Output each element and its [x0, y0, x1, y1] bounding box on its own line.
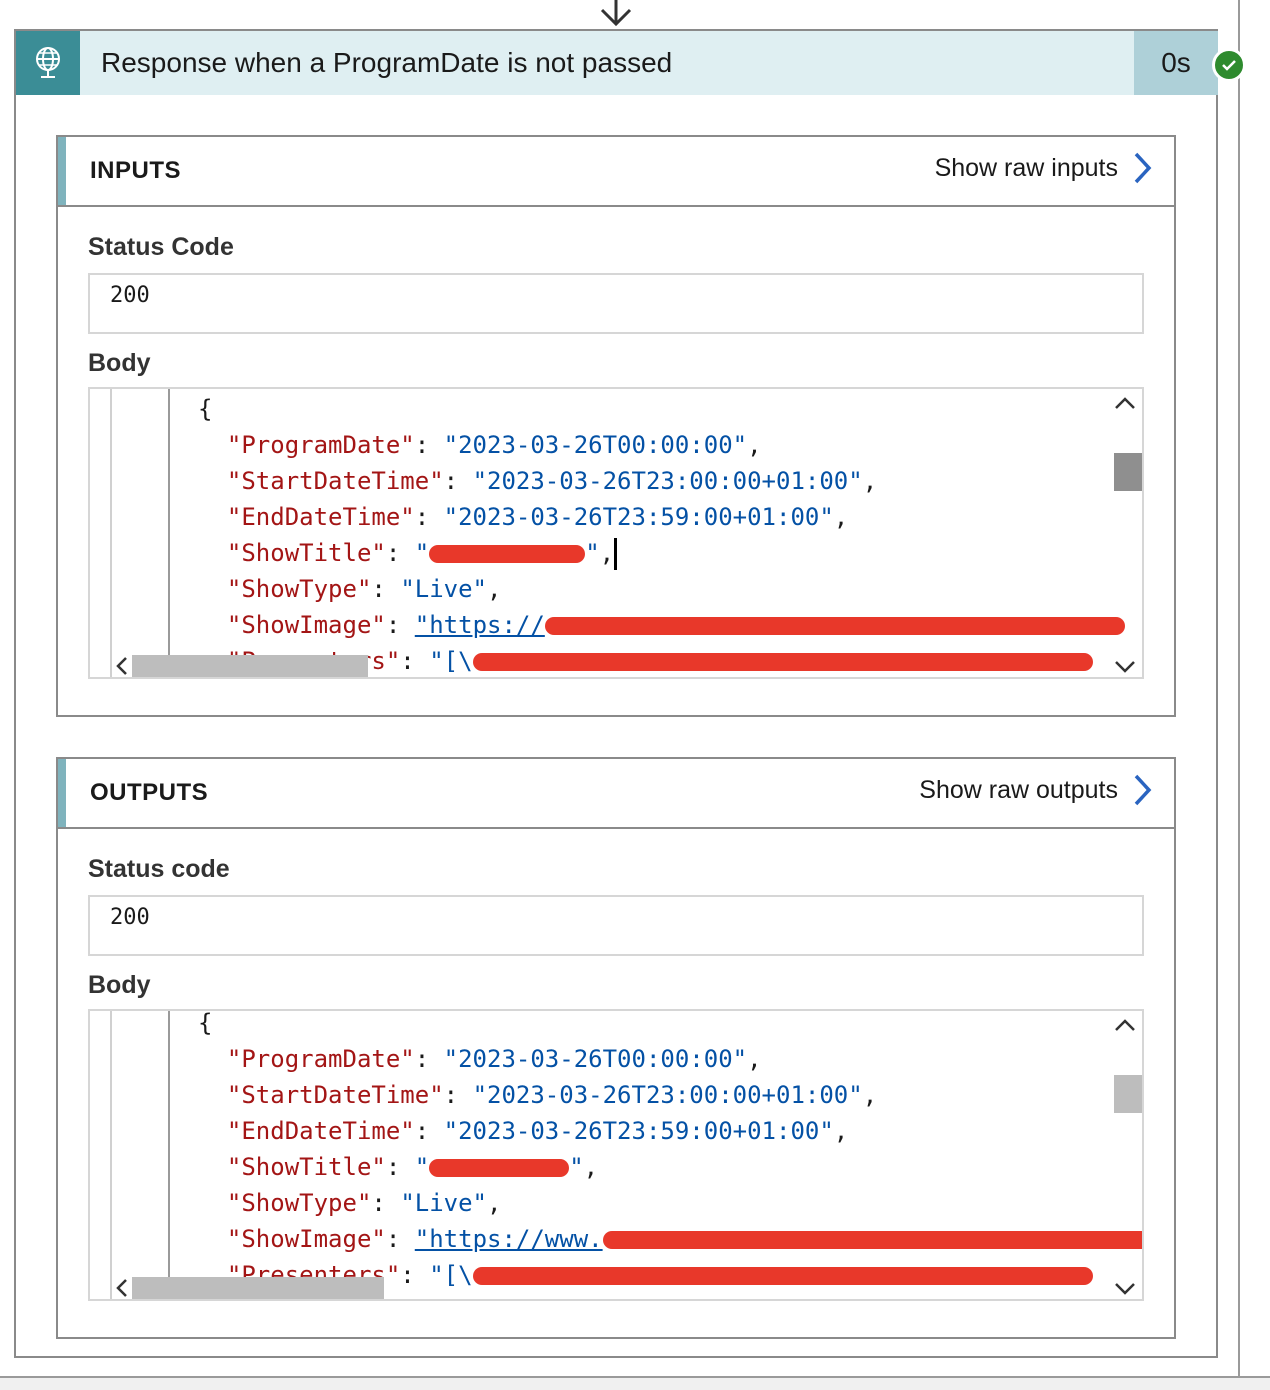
outputs-body-label: Body — [88, 971, 151, 999]
show-raw-inputs-label: Show raw inputs — [934, 153, 1118, 182]
action-card: Response when a ProgramDate is not passe… — [14, 29, 1246, 1358]
outer-border — [1238, 0, 1240, 1378]
editor-gutter — [110, 389, 112, 677]
scroll-down-icon[interactable] — [1112, 657, 1138, 677]
show-raw-inputs-link[interactable]: Show raw inputs — [935, 151, 1152, 185]
scroll-down-icon[interactable] — [1112, 1279, 1138, 1299]
chevron-right-icon — [1134, 774, 1152, 806]
redaction-mark — [429, 545, 586, 563]
section-accent — [58, 759, 66, 827]
editor-gutter-divider — [168, 1011, 170, 1299]
vertical-scrollbar-thumb[interactable] — [1114, 453, 1142, 491]
inputs-body-label: Body — [88, 349, 151, 377]
redaction-mark — [544, 617, 1125, 635]
check-circle-icon — [1212, 48, 1246, 82]
scroll-left-icon[interactable] — [114, 655, 130, 677]
horizontal-scrollbar-thumb[interactable] — [132, 1277, 384, 1299]
inputs-status-field[interactable]: 200 — [88, 273, 1144, 334]
canvas-bottom — [0, 1376, 1270, 1390]
show-raw-outputs-label: Show raw outputs — [919, 775, 1118, 804]
redaction-mark — [602, 1231, 1142, 1249]
redaction-mark — [472, 1267, 1093, 1285]
show-raw-outputs-link[interactable]: Show raw outputs — [919, 773, 1152, 807]
scroll-up-icon[interactable] — [1112, 393, 1138, 413]
outputs-status-value: 200 — [110, 905, 150, 930]
outputs-body-editor[interactable]: { "ProgramDate": "2023-03-26T00:00:00", … — [88, 1009, 1144, 1301]
scroll-up-icon[interactable] — [1112, 1015, 1138, 1035]
horizontal-scrollbar-thumb[interactable] — [132, 655, 368, 677]
inputs-status-value: 200 — [110, 283, 150, 308]
inputs-body-editor[interactable]: { "ProgramDate": "2023-03-26T00:00:00", … — [88, 387, 1144, 679]
section-accent — [58, 137, 66, 205]
vertical-scrollbar-thumb[interactable] — [1114, 1075, 1142, 1113]
text-cursor — [614, 538, 618, 570]
inputs-header: INPUTS Show raw inputs — [58, 137, 1174, 207]
flow-arrow-icon — [600, 0, 632, 27]
outputs-status-label: Status code — [88, 855, 230, 883]
inputs-title: INPUTS — [90, 157, 182, 184]
outputs-status-field[interactable]: 200 — [88, 895, 1144, 956]
scroll-left-icon[interactable] — [114, 1277, 130, 1299]
redaction-mark — [429, 1159, 570, 1177]
outputs-section: OUTPUTS Show raw outputs Status code 200… — [56, 757, 1176, 1339]
outputs-header: OUTPUTS Show raw outputs — [58, 759, 1174, 829]
editor-gutter — [110, 1011, 112, 1299]
outputs-title: OUTPUTS — [90, 779, 209, 806]
outputs-json-code: { "ProgramDate": "2023-03-26T00:00:00", … — [198, 1011, 1142, 1293]
chevron-right-icon — [1134, 152, 1152, 184]
action-title: Response when a ProgramDate is not passe… — [101, 47, 673, 78]
inputs-status-label: Status Code — [88, 233, 234, 261]
globe-request-icon — [16, 31, 80, 95]
redaction-mark — [472, 653, 1093, 671]
inputs-section: INPUTS Show raw inputs Status Code 200 B… — [56, 135, 1176, 717]
action-duration: 0s — [1134, 31, 1218, 95]
action-header[interactable]: Response when a ProgramDate is not passe… — [16, 31, 1218, 95]
editor-gutter-divider — [168, 389, 170, 677]
inputs-json-code: { "ProgramDate": "2023-03-26T00:00:00", … — [198, 391, 1125, 677]
